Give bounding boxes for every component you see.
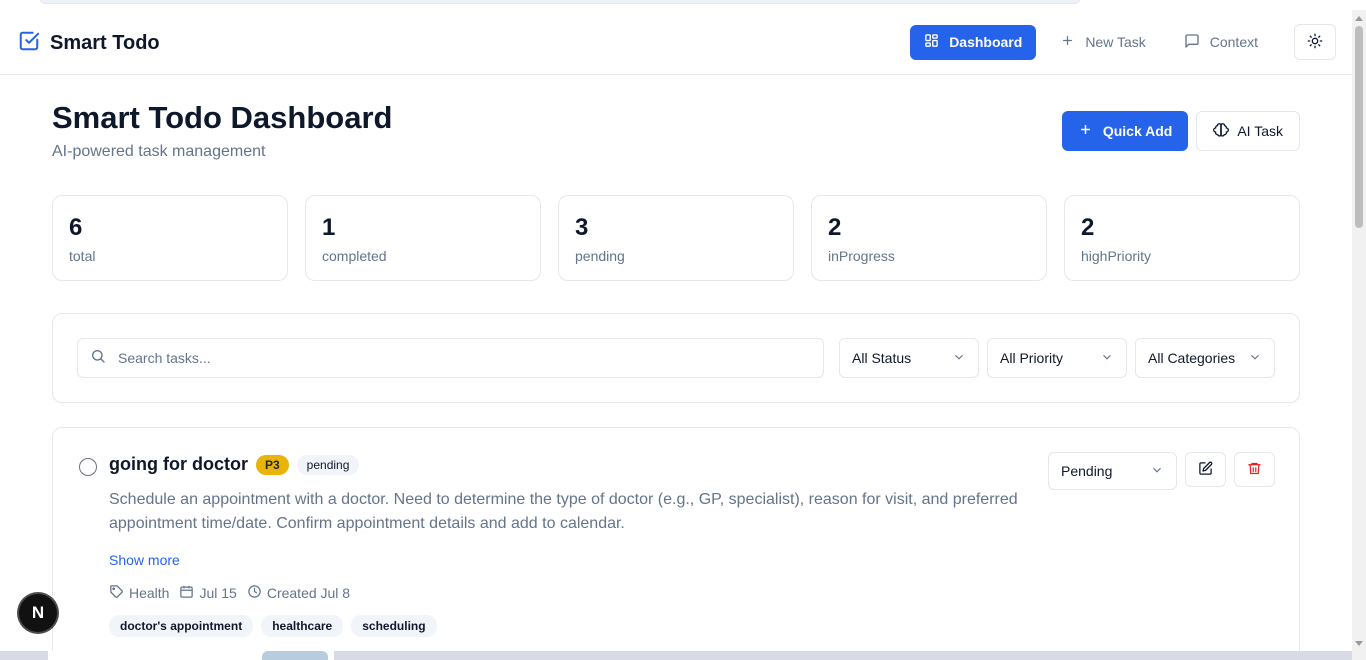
task-title-row: going for doctor P3 pending: [109, 454, 360, 475]
check-square-icon: [18, 30, 40, 57]
nav-dashboard-button[interactable]: Dashboard: [910, 24, 1037, 60]
task-card: going for doctor P3 pending Schedule an …: [52, 427, 1300, 660]
top-nav: Dashboard New Task Context: [910, 24, 1336, 60]
task-description: Schedule an appointment with a doctor. N…: [109, 491, 1018, 532]
clock-icon: [247, 584, 262, 602]
app-header: Smart Todo Dashboard New Task Context: [0, 10, 1352, 75]
ai-task-button[interactable]: AI Task: [1196, 111, 1300, 151]
task-title: going for doctor: [109, 454, 248, 474]
sun-icon: [1307, 33, 1323, 52]
priority-filter-select[interactable]: All Priority: [987, 338, 1127, 378]
nav-context-button[interactable]: Context: [1170, 25, 1272, 60]
filters-panel: All Status All Priority All Categories: [52, 313, 1300, 403]
stat-label: completed: [322, 248, 387, 264]
theme-toggle-button[interactable]: [1294, 24, 1336, 60]
stat-value: 3: [575, 214, 589, 241]
stat-value: 6: [69, 214, 83, 241]
app-title: Smart Todo: [50, 32, 160, 54]
delete-task-button[interactable]: [1234, 452, 1275, 487]
task-category: Health: [109, 584, 169, 602]
search-input[interactable]: [118, 350, 758, 366]
header-actions: Quick Add AI Task: [1061, 111, 1300, 151]
nav-dashboard-label: Dashboard: [949, 34, 1023, 50]
page-title: Smart Todo Dashboard: [52, 100, 393, 135]
task-due-date: Jul 15: [179, 584, 237, 602]
chevron-down-icon: [1150, 463, 1164, 480]
stat-value: 1: [322, 214, 336, 241]
status-filter-value: All Status: [852, 350, 912, 366]
search-icon: [90, 348, 106, 369]
brain-icon: [1213, 122, 1230, 141]
task-actions: Pending: [1048, 452, 1275, 490]
address-bar-edge: [40, 0, 1080, 4]
taskbar-app-icon[interactable]: [262, 651, 328, 660]
task-status-value: Pending: [1061, 463, 1113, 479]
tag-icon: [109, 584, 124, 602]
nav-context-label: Context: [1209, 34, 1258, 50]
stat-label: highPriority: [1081, 248, 1152, 264]
brand[interactable]: Smart Todo: [18, 30, 160, 57]
stat-value: 2: [828, 214, 842, 241]
stat-card-in-progress: 2 inProgress: [811, 195, 1047, 281]
task-tag: healthcare: [261, 615, 344, 637]
stat-card-high-priority: 2 highPriority: [1064, 195, 1300, 281]
chevron-down-icon: [952, 350, 966, 367]
task-created-date: Created Jul 8: [247, 584, 350, 602]
browser-top-strip: [0, 0, 1366, 10]
stat-label: inProgress: [828, 248, 895, 264]
plus-icon: [1078, 122, 1093, 140]
task-category-label: Health: [129, 585, 170, 601]
dev-tools-badge[interactable]: N: [19, 594, 57, 632]
os-taskbar-edge: [0, 651, 1352, 660]
edit-icon: [1198, 461, 1213, 479]
stat-label: total: [69, 248, 96, 264]
stat-card-pending: 3 pending: [558, 195, 794, 281]
task-tag: scheduling: [351, 615, 437, 637]
show-more-link[interactable]: Show more: [109, 552, 180, 568]
search-box[interactable]: [77, 338, 824, 378]
stat-value: 2: [1081, 214, 1095, 241]
category-filter-value: All Categories: [1148, 350, 1236, 366]
stat-card-completed: 1 completed: [305, 195, 541, 281]
trash-icon: [1247, 461, 1262, 479]
status-badge: pending: [296, 454, 360, 475]
task-due-label: Jul 15: [199, 585, 237, 601]
quick-add-label: Quick Add: [1102, 123, 1173, 139]
scrollbar-thumb[interactable]: [1355, 26, 1363, 228]
page-subtitle: AI-powered task management: [52, 143, 266, 160]
stats-row: 6 total 1 completed 3 pending 2 inProgre…: [52, 195, 1300, 281]
page-scrollbar[interactable]: [1352, 10, 1366, 660]
category-filter-select[interactable]: All Categories: [1135, 338, 1275, 378]
calendar-icon: [179, 584, 194, 602]
scroll-up-arrow-icon[interactable]: [1355, 16, 1363, 21]
chevron-down-icon: [1248, 350, 1262, 367]
message-square-icon: [1184, 33, 1200, 52]
ai-task-label: AI Task: [1237, 123, 1283, 139]
status-filter-select[interactable]: All Status: [839, 338, 979, 378]
quick-add-button[interactable]: Quick Add: [1061, 111, 1189, 151]
task-status-select[interactable]: Pending: [1048, 452, 1177, 490]
plus-icon: [1060, 33, 1075, 51]
task-complete-checkbox[interactable]: [79, 458, 97, 476]
edit-task-button[interactable]: [1185, 452, 1226, 487]
task-tag: doctor's appointment: [109, 615, 254, 637]
task-tags: doctor's appointment healthcare scheduli…: [109, 615, 437, 637]
stat-label: pending: [575, 248, 625, 264]
nav-new-task-label: New Task: [1085, 34, 1146, 50]
nav-new-task-button[interactable]: New Task: [1046, 25, 1159, 60]
task-meta: Health Jul 15 Created Jul 8: [109, 584, 350, 602]
chevron-down-icon: [1100, 350, 1114, 367]
stat-card-total: 6 total: [52, 195, 288, 281]
layout-grid-icon: [924, 33, 939, 51]
priority-badge: P3: [255, 454, 289, 475]
task-created-label: Created Jul 8: [266, 585, 351, 601]
priority-filter-value: All Priority: [1000, 350, 1064, 366]
scroll-down-arrow-icon[interactable]: [1355, 641, 1363, 646]
